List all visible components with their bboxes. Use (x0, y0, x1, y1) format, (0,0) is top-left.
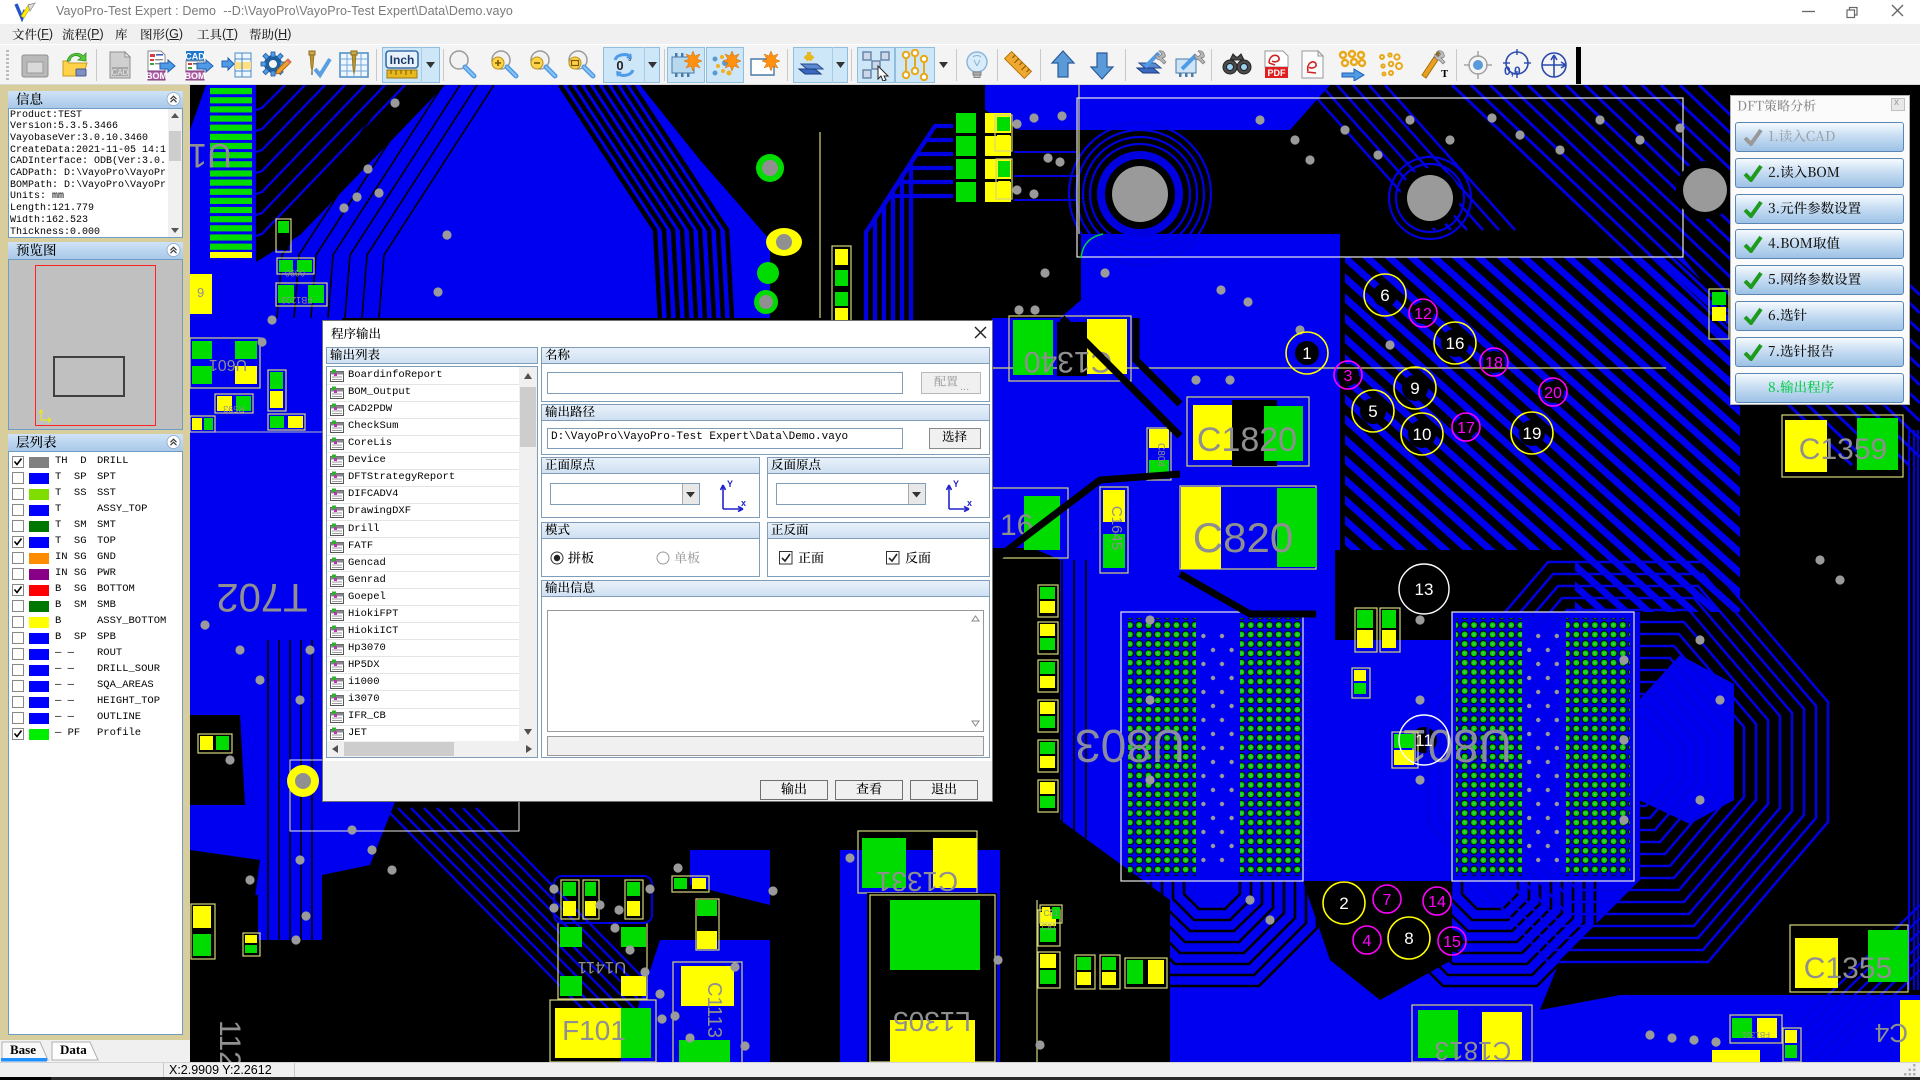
svg-text:C1355: C1355 (1804, 952, 1892, 985)
svg-text:C804: C804 (1155, 443, 1166, 467)
svg-text:FB1301: FB1301 (1741, 1030, 1770, 1039)
svg-text:0: 0 (616, 58, 623, 73)
svg-text:5: 5 (1368, 402, 1377, 421)
svg-text:20: 20 (1544, 385, 1562, 402)
svg-text:C1813: C1813 (1435, 1036, 1512, 1062)
svg-text:C1340: C1340 (1024, 345, 1112, 378)
svg-text:15: 15 (1443, 934, 1461, 951)
svg-text:1: 1 (1302, 344, 1311, 363)
svg-text:CAD: CAD (112, 68, 129, 77)
svg-text:2: 2 (1339, 894, 1348, 913)
svg-text:3: 3 (1344, 368, 1353, 385)
svg-text:112: 112 (213, 1020, 246, 1062)
svg-text:6: 6 (1380, 286, 1389, 305)
svg-text:11: 11 (1415, 731, 1433, 750)
svg-text:14: 14 (1428, 894, 1446, 911)
svg-text:4: 4 (1363, 933, 1372, 950)
svg-text:0,0: 0,0 (1504, 64, 1521, 78)
svg-text:C1820: C1820 (1197, 421, 1297, 459)
svg-text:FB1203: FB1203 (281, 295, 313, 305)
svg-text:T702: T702 (216, 575, 307, 619)
svg-text:Y: Y (727, 479, 733, 489)
svg-text:PDF: PDF (1268, 68, 1287, 78)
svg-text:C81: C81 (1044, 909, 1059, 918)
svg-text:CAD: CAD (185, 52, 205, 62)
svg-text:C4: C4 (1875, 1018, 1908, 1048)
svg-text:C1113: C1113 (703, 982, 725, 1038)
svg-text:7: 7 (1383, 892, 1392, 909)
svg-text:9: 9 (1410, 379, 1419, 398)
svg-text:BOM: BOM (146, 71, 167, 81)
svg-text:C1359: C1359 (1799, 433, 1887, 466)
svg-text:C1645: C1645 (1108, 506, 1125, 550)
svg-text:0690: 0690 (285, 268, 305, 278)
svg-text:T: T (1441, 68, 1448, 80)
svg-text:x: x (741, 498, 746, 508)
svg-text:x: x (967, 498, 972, 508)
svg-text:C820: C820 (1193, 514, 1293, 561)
svg-text:F101: F101 (562, 1015, 626, 1046)
svg-text:18: 18 (1485, 355, 1503, 372)
svg-text:13: 13 (1415, 580, 1434, 599)
svg-text:°: ° (628, 57, 632, 67)
svg-text:Inch: Inch (390, 53, 415, 67)
svg-text:U1411: U1411 (578, 958, 627, 977)
svg-text:C1331: C1331 (876, 866, 959, 897)
svg-text:Y: Y (953, 479, 959, 489)
svg-text:12: 12 (1414, 306, 1432, 323)
svg-text:U803: U803 (1075, 720, 1185, 772)
svg-text:8: 8 (1404, 929, 1413, 948)
svg-text:16: 16 (1446, 334, 1465, 353)
svg-text:C81: C81 (1042, 923, 1057, 932)
svg-text:L1305: L1305 (893, 1006, 971, 1037)
svg-text:BOM: BOM (185, 71, 206, 81)
svg-text:U1: U1 (190, 136, 232, 174)
svg-text:U601: U601 (209, 356, 247, 373)
svg-text:10: 10 (1413, 425, 1432, 444)
svg-text:9: 9 (197, 285, 204, 300)
svg-text:19: 19 (1523, 424, 1542, 443)
svg-text:17: 17 (1457, 420, 1475, 437)
svg-text:R593: R593 (223, 404, 245, 414)
